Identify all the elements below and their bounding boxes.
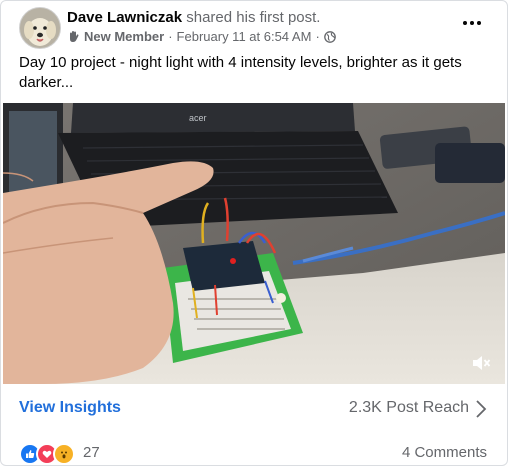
author-avatar[interactable] — [19, 7, 61, 49]
comments-count-link[interactable]: 4 Comments — [402, 444, 487, 461]
wow-icon — [53, 443, 75, 465]
post-video[interactable]: acer — [3, 103, 505, 384]
laptop-brand-text: acer — [189, 113, 207, 123]
author-line: Dave Lawniczak shared his first post. — [67, 9, 320, 26]
view-insights-link[interactable]: View Insights — [19, 399, 121, 417]
speaker-muted-icon[interactable] — [471, 354, 491, 372]
author-name[interactable]: Dave Lawniczak — [67, 9, 182, 26]
reaction-icons[interactable] — [19, 443, 75, 465]
dog-avatar-image — [20, 8, 60, 48]
member-badge: New Member — [84, 29, 165, 44]
meta-separator-2: · — [315, 29, 320, 44]
video-frame: acer — [3, 103, 505, 384]
post-reach[interactable]: 2.3K Post Reach — [349, 399, 469, 417]
dot-icon — [463, 21, 467, 25]
dot-icon — [477, 21, 481, 25]
post-meta: New Member · February 11 at 6:54 AM · — [67, 29, 336, 44]
wave-hand-icon — [70, 31, 79, 42]
post-card: Dave Lawniczak shared his first post. Ne… — [0, 0, 508, 466]
post-text: Day 10 project - night light with 4 inte… — [19, 54, 462, 91]
reaction-count[interactable]: 27 — [83, 444, 100, 461]
chevron-right-icon[interactable] — [475, 399, 487, 419]
meta-separator: · — [168, 29, 173, 44]
post-footer: 27 4 Comments — [19, 441, 487, 465]
post-date[interactable]: February 11 at 6:54 AM — [177, 29, 312, 44]
author-action: shared his first post. — [186, 9, 321, 26]
more-options-button[interactable] — [457, 11, 487, 35]
globe-icon[interactable] — [323, 30, 336, 43]
post-header: Dave Lawniczak shared his first post. Ne… — [19, 7, 493, 49]
insights-row: View Insights 2.3K Post Reach — [19, 395, 487, 423]
dot-icon — [470, 21, 474, 25]
